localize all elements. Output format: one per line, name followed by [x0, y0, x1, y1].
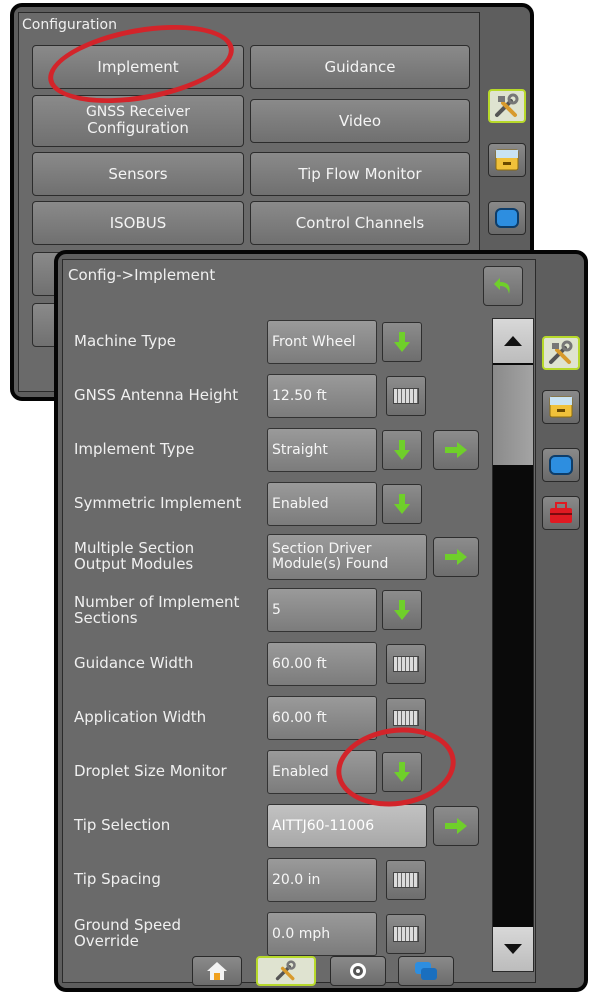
number-of-sections-dropdown[interactable] [382, 590, 422, 630]
tab-display[interactable] [542, 448, 580, 482]
section-output-modules-value[interactable]: Section Driver Module(s) Found [267, 534, 427, 580]
screen-icon [549, 455, 573, 475]
sensors-button[interactable]: Sensors [32, 152, 244, 196]
configuration-title: Configuration [22, 17, 117, 33]
toolbox-icon [550, 502, 572, 523]
tab-data[interactable] [542, 390, 580, 424]
keyboard-icon [393, 656, 419, 672]
ground-speed-override-keypad[interactable] [386, 914, 426, 954]
row-label: Droplet Size Monitor [74, 762, 227, 781]
scroll-up-button[interactable] [493, 319, 533, 363]
tools-icon [549, 340, 573, 364]
gnss-receiver-configuration-button[interactable]: GNSS Receiver Configuration [32, 95, 244, 147]
keyboard-icon [393, 872, 419, 888]
row-label: Tip Spacing [74, 870, 161, 889]
section-output-modules-next-button[interactable] [433, 537, 479, 577]
implement-type-dropdown[interactable] [382, 430, 422, 470]
file-drawer-icon [549, 396, 573, 418]
home-icon [207, 962, 227, 980]
gnss-label-line2: Configuration [87, 119, 189, 138]
home-button[interactable] [192, 956, 242, 986]
multi-screen-icon [415, 962, 437, 980]
tip-selection-value[interactable]: AITTJ60-11006 [267, 804, 427, 848]
keyboard-icon [393, 388, 419, 404]
gnss-antenna-height-value[interactable]: 12.50 ft [267, 374, 377, 418]
gnss-antenna-height-keypad[interactable] [386, 376, 426, 416]
video-button[interactable]: Video [250, 99, 470, 143]
tip-spacing-keypad[interactable] [386, 860, 426, 900]
guidance-button[interactable]: Guidance [250, 45, 470, 89]
application-width-value[interactable]: 60.00 ft [267, 696, 377, 740]
implement-config-screen: Config->Implement Machine Type Front Whe… [54, 250, 588, 992]
file-drawer-icon [495, 149, 519, 171]
row-label: Application Width [74, 708, 207, 727]
scrollbar[interactable] [492, 318, 534, 972]
guidance-button-label: Guidance [324, 57, 396, 76]
row-label: Number of Implement Sections [74, 593, 240, 627]
row-label: Symmetric Implement [74, 494, 242, 513]
control-channels-button[interactable]: Control Channels [250, 201, 470, 245]
machine-type-value[interactable]: Front Wheel [267, 320, 377, 364]
keyboard-icon [393, 710, 419, 726]
screen-icon [495, 208, 519, 228]
green-down-arrow-icon [394, 440, 410, 460]
row-label: GNSS Antenna Height [74, 386, 239, 405]
tab-tools[interactable] [542, 496, 580, 530]
keyboard-icon [393, 926, 419, 942]
scroll-thumb[interactable] [493, 365, 533, 465]
setup-button[interactable] [256, 956, 316, 986]
machine-type-dropdown[interactable] [382, 322, 422, 362]
isobus-button[interactable]: ISOBUS [32, 201, 244, 245]
implement-type-value[interactable]: Straight [267, 428, 377, 472]
tools-icon [495, 93, 519, 117]
tab-data[interactable] [488, 143, 526, 177]
tab-display[interactable] [488, 201, 526, 235]
row-label: Machine Type [74, 332, 177, 351]
tip-flow-monitor-button-label: Tip Flow Monitor [298, 164, 422, 183]
green-right-arrow-icon [445, 549, 467, 565]
tab-setup[interactable] [488, 89, 526, 123]
symmetric-implement-dropdown[interactable] [382, 484, 422, 524]
row-label: Ground Speed Override [74, 916, 181, 950]
guidance-width-keypad[interactable] [386, 644, 426, 684]
green-down-arrow-icon [394, 332, 410, 352]
green-down-arrow-icon [394, 494, 410, 514]
target-icon [350, 963, 366, 979]
symmetric-implement-value[interactable]: Enabled [267, 482, 377, 526]
row-label: Guidance Width [74, 654, 194, 673]
tip-spacing-value[interactable]: 20.0 in [267, 858, 377, 902]
sensors-button-label: Sensors [108, 164, 168, 183]
video-button-label: Video [338, 111, 382, 130]
breadcrumb: Config->Implement [68, 266, 216, 284]
gnss-label-line1: GNSS Receiver [85, 104, 191, 121]
tab-setup[interactable] [542, 336, 580, 370]
green-right-arrow-icon [445, 818, 467, 834]
number-of-sections-value[interactable]: 5 [267, 588, 377, 632]
implement-type-next-button[interactable] [433, 430, 479, 470]
green-right-arrow-icon [445, 442, 467, 458]
control-channels-button-label: Control Channels [295, 213, 425, 232]
operation-button[interactable] [330, 956, 386, 986]
ground-speed-override-value[interactable]: 0.0 mph [267, 912, 377, 956]
back-arrow-icon [494, 278, 510, 294]
green-down-arrow-icon [394, 600, 410, 620]
isobus-button-label: ISOBUS [109, 213, 167, 232]
guidance-width-value[interactable]: 60.00 ft [267, 642, 377, 686]
row-label: Multiple Section Output Modules [74, 539, 195, 573]
row-label: Tip Selection [74, 816, 171, 835]
tools-icon [275, 960, 296, 981]
multi-screen-button[interactable] [398, 956, 454, 986]
tip-selection-next-button[interactable] [433, 806, 479, 846]
up-triangle-icon [504, 336, 522, 346]
row-label: Implement Type [74, 440, 195, 459]
back-button[interactable] [483, 266, 523, 306]
tip-flow-monitor-button[interactable]: Tip Flow Monitor [250, 152, 470, 196]
